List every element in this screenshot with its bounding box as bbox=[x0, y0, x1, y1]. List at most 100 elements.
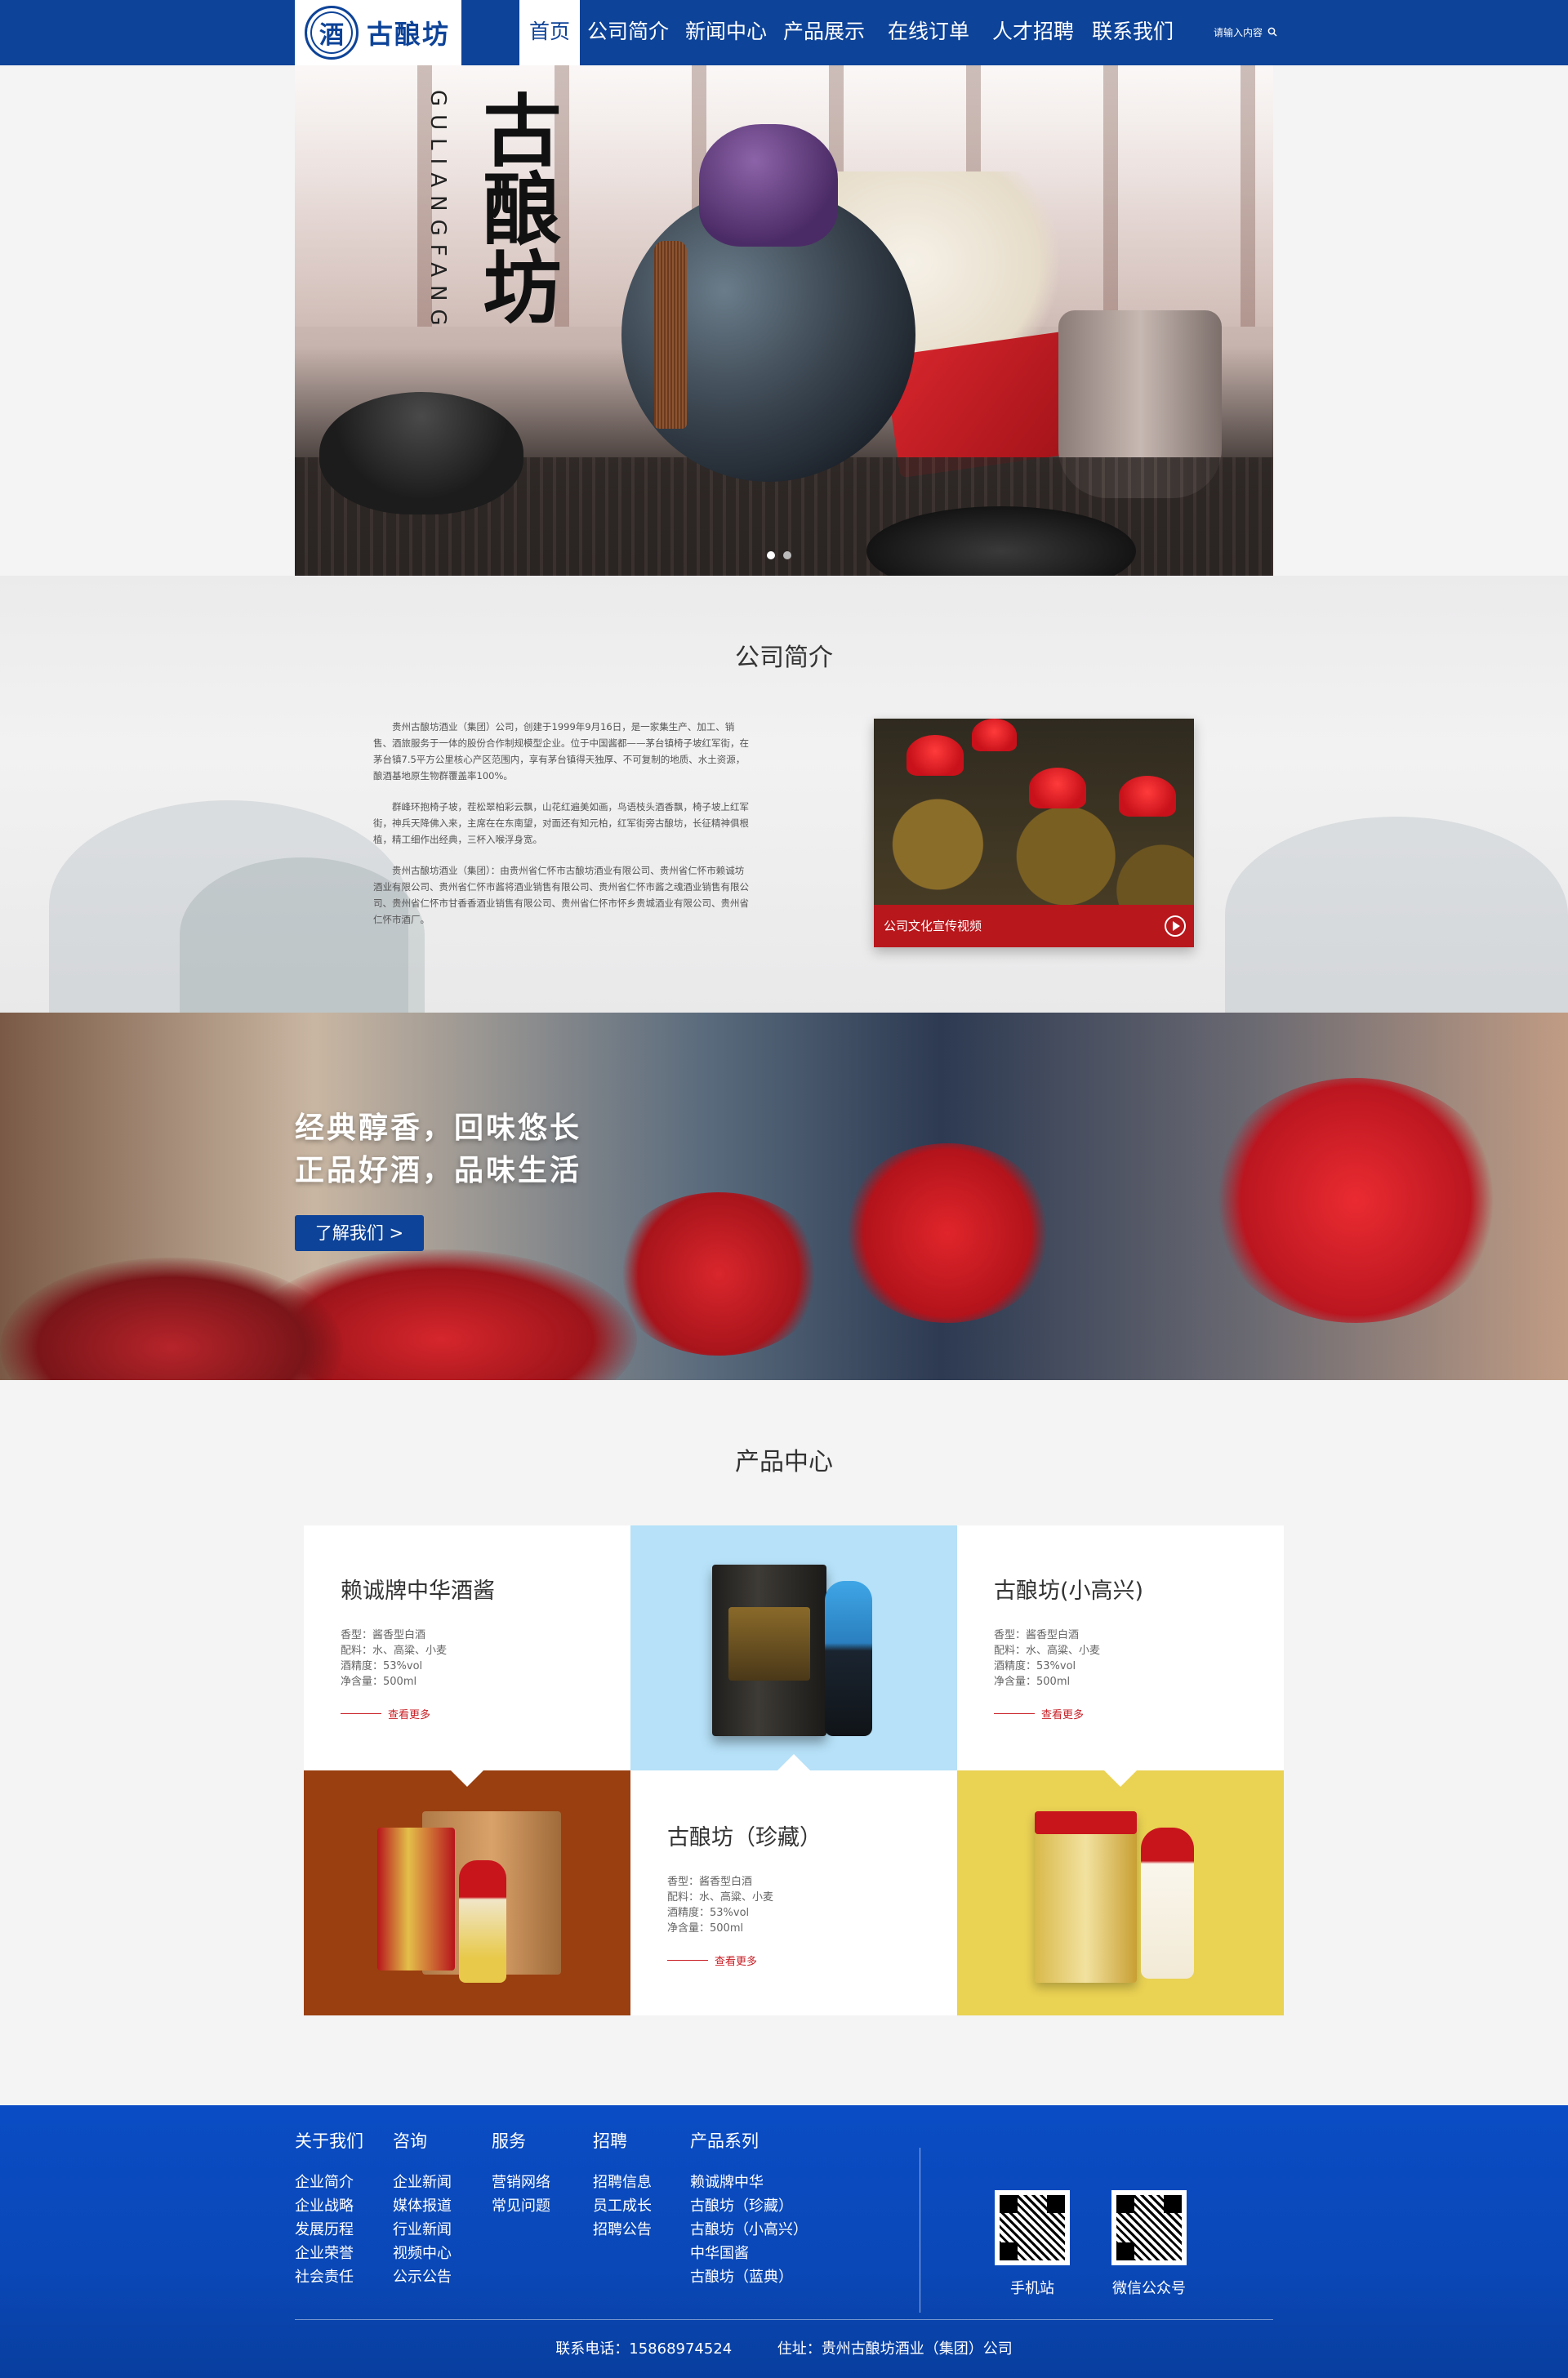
jar-lid bbox=[1119, 776, 1176, 817]
qr-code-mobile bbox=[995, 2190, 1070, 2265]
qr-label-mobile: 手机站 bbox=[1010, 2280, 1054, 2297]
product-name: 古酿坊(小高兴) bbox=[994, 1579, 1144, 1604]
product-info: 古酿坊(小高兴) 香型：酱香型白酒 配料：水、高粱、小麦 酒精度：53%vol … bbox=[994, 1573, 1143, 1721]
product-spec: 酒精度：53%vol bbox=[341, 1660, 423, 1672]
banner-slogan: 经典醇香，回味悠长 正品好酒，品味生活 bbox=[295, 1107, 581, 1191]
jar-lid bbox=[972, 719, 1017, 751]
product-spec: 酒精度：53%vol bbox=[994, 1660, 1076, 1672]
product-spec: 酒精度：53%vol bbox=[667, 1907, 750, 1919]
footer-column-about: 关于我们 企业简介 企业战略 发展历程 企业荣誉 社会责任 bbox=[295, 2128, 363, 2289]
jar-lid bbox=[906, 735, 964, 776]
top-navigation: 酒 古酿坊 首页 公司简介 新闻中心 产品展示 在线订单 人才招聘 联系我们 请… bbox=[0, 0, 1568, 65]
footer-link[interactable]: 招聘信息 bbox=[593, 2171, 652, 2194]
learn-more-button[interactable]: 了解我们 > bbox=[295, 1215, 424, 1251]
nav-item-careers[interactable]: 人才招聘 bbox=[990, 0, 1076, 65]
product-card-2[interactable]: 古酿坊(小高兴) 香型：酱香型白酒 配料：水、高粱、小麦 酒精度：53%vol … bbox=[957, 1525, 1284, 1770]
footer-link[interactable]: 古酿坊（小高兴） bbox=[690, 2218, 808, 2242]
about-section: 公司简介 贵州古酿坊酒业（集团）公司，创建于1999年9月16日，是一家集生产、… bbox=[0, 576, 1568, 1013]
footer-link[interactable]: 行业新闻 bbox=[393, 2218, 452, 2242]
product-spec: 香型：酱香型白酒 bbox=[341, 1629, 426, 1641]
footer-link[interactable]: 古酿坊（珍藏） bbox=[690, 2194, 808, 2218]
product-giftbox bbox=[1035, 1811, 1137, 1983]
nav-item-products[interactable]: 产品展示 bbox=[781, 0, 867, 65]
product-spec: 净含量：500ml bbox=[341, 1676, 417, 1688]
product-card-1[interactable]: 赖诚牌中华酒酱 香型：酱香型白酒 配料：水、高粱、小麦 酒精度：53%vol 净… bbox=[304, 1525, 630, 1770]
footer-link[interactable]: 古酿坊（蓝典） bbox=[690, 2265, 808, 2289]
nav-item-contact[interactable]: 联系我们 bbox=[1089, 0, 1176, 65]
qr-icon bbox=[1000, 2195, 1065, 2260]
footer-phone: 联系电话：15868974524 bbox=[555, 2340, 733, 2358]
footer-link[interactable]: 社会责任 bbox=[295, 2265, 363, 2289]
view-more-link[interactable]: 查看更多 bbox=[994, 1706, 1143, 1721]
play-icon[interactable] bbox=[1165, 915, 1186, 937]
footer: 关于我们 企业简介 企业战略 发展历程 企业荣誉 社会责任 咨询 企业新闻 媒体… bbox=[0, 2105, 1568, 2378]
video-caption-bar[interactable]: 公司文化宣传视频 bbox=[874, 905, 1194, 947]
mountain-right bbox=[1225, 817, 1568, 1013]
about-paragraph: 贵州古酿坊酒业（集团）公司，创建于1999年9月16日，是一家集生产、加工、销售… bbox=[373, 721, 749, 782]
hero-jar-cloth-cap bbox=[699, 124, 838, 247]
footer-link[interactable]: 企业简介 bbox=[295, 2171, 363, 2194]
card-pointer bbox=[451, 1770, 483, 1787]
product-bottle bbox=[1141, 1828, 1194, 1979]
product-spec: 净含量：500ml bbox=[667, 1922, 744, 1935]
footer-link[interactable]: 发展历程 bbox=[295, 2218, 363, 2242]
nav-item-home[interactable]: 首页 bbox=[519, 0, 580, 65]
product-image-1[interactable] bbox=[630, 1525, 957, 1770]
logo-text: 古酿坊 bbox=[367, 19, 451, 50]
carousel-dot-1[interactable] bbox=[767, 551, 775, 559]
product-image-2[interactable] bbox=[304, 1770, 630, 2015]
footer-heading: 咨询 bbox=[393, 2131, 427, 2151]
footer-address: 住址：贵州古酿坊酒业（集团）公司 bbox=[777, 2340, 1013, 2358]
footer-link[interactable]: 媒体报道 bbox=[393, 2194, 452, 2218]
footer-link[interactable]: 赖诚牌中华 bbox=[690, 2171, 808, 2194]
nav-item-news[interactable]: 新闻中心 bbox=[683, 0, 769, 65]
footer-heading: 服务 bbox=[492, 2131, 526, 2151]
hero-brand-chinese: 古酿坊 bbox=[470, 90, 562, 325]
view-more-link[interactable]: 查看更多 bbox=[341, 1706, 495, 1721]
footer-column-recruit: 招聘 招聘信息 员工成长 招聘公告 bbox=[593, 2128, 652, 2242]
product-box-band bbox=[1035, 1811, 1137, 1834]
nav-item-orders[interactable]: 在线订单 bbox=[885, 0, 972, 65]
products-title: 产品中心 bbox=[735, 1448, 833, 1476]
footer-heading: 招聘 bbox=[593, 2131, 627, 2151]
footer-heading: 产品系列 bbox=[690, 2131, 759, 2151]
view-more-link[interactable]: 查看更多 bbox=[667, 1953, 822, 1968]
footer-link[interactable]: 招聘公告 bbox=[593, 2218, 652, 2242]
footer-link[interactable]: 中华国酱 bbox=[690, 2242, 808, 2265]
footer-link[interactable]: 企业荣誉 bbox=[295, 2242, 363, 2265]
footer-link[interactable]: 常见问题 bbox=[492, 2194, 550, 2218]
banner-jar-lid bbox=[612, 1192, 825, 1356]
banner-jar-lid bbox=[841, 1143, 1054, 1323]
footer-link[interactable]: 企业战略 bbox=[295, 2194, 363, 2218]
nav-item-about[interactable]: 公司简介 bbox=[585, 0, 671, 65]
footer-link[interactable]: 视频中心 bbox=[393, 2242, 452, 2265]
search-icon[interactable] bbox=[1267, 27, 1277, 37]
product-spec: 配料：水、高粱、小麦 bbox=[341, 1645, 448, 1657]
search-box[interactable]: 请输入内容 bbox=[1200, 18, 1290, 46]
hero-carousel[interactable]: GULIANGFANG 古酿坊 bbox=[295, 65, 1273, 576]
footer-link[interactable]: 企业新闻 bbox=[393, 2171, 452, 2194]
about-paragraph: 贵州古酿坊酒业（集团）：由贵州省仁怀市古酿坊酒业有限公司、贵州省仁怀市赖诚坊酒业… bbox=[373, 865, 749, 925]
product-spec: 净含量：500ml bbox=[994, 1676, 1071, 1688]
product-spec: 配料：水、高粱、小麦 bbox=[994, 1645, 1101, 1657]
footer-column-consult: 咨询 企业新闻 媒体报道 行业新闻 视频中心 公示公告 bbox=[393, 2128, 452, 2289]
product-spec: 配料：水、高粱、小麦 bbox=[667, 1891, 774, 1904]
footer-heading: 关于我们 bbox=[295, 2131, 363, 2151]
about-title: 公司简介 bbox=[735, 643, 833, 672]
product-image-3[interactable] bbox=[957, 1770, 1284, 2015]
footer-link[interactable]: 营销网络 bbox=[492, 2171, 550, 2194]
logo[interactable]: 酒 古酿坊 bbox=[295, 0, 461, 65]
carousel-dot-2[interactable] bbox=[783, 551, 791, 559]
product-spec: 香型：酱香型白酒 bbox=[667, 1876, 753, 1888]
product-bottle bbox=[825, 1581, 872, 1736]
banner-slogan-line2: 正品好酒，品味生活 bbox=[295, 1153, 582, 1187]
product-card-3[interactable]: 古酿坊（珍藏） 香型：酱香型白酒 配料：水、高粱、小麦 酒精度：53%vol 净… bbox=[630, 1770, 957, 2015]
footer-rule bbox=[295, 2319, 1273, 2320]
footer-link[interactable]: 员工成长 bbox=[593, 2194, 652, 2218]
about-text: 贵州古酿坊酒业（集团）公司，创建于1999年9月16日，是一家集生产、加工、销售… bbox=[373, 719, 749, 942]
company-video[interactable]: 公司文化宣传视频 bbox=[874, 719, 1194, 947]
banner-slogan-line1: 经典醇香，回味悠长 bbox=[295, 1111, 582, 1145]
qr-icon bbox=[1116, 2195, 1182, 2260]
carousel-dots bbox=[767, 551, 791, 559]
footer-link[interactable]: 公示公告 bbox=[393, 2265, 452, 2289]
